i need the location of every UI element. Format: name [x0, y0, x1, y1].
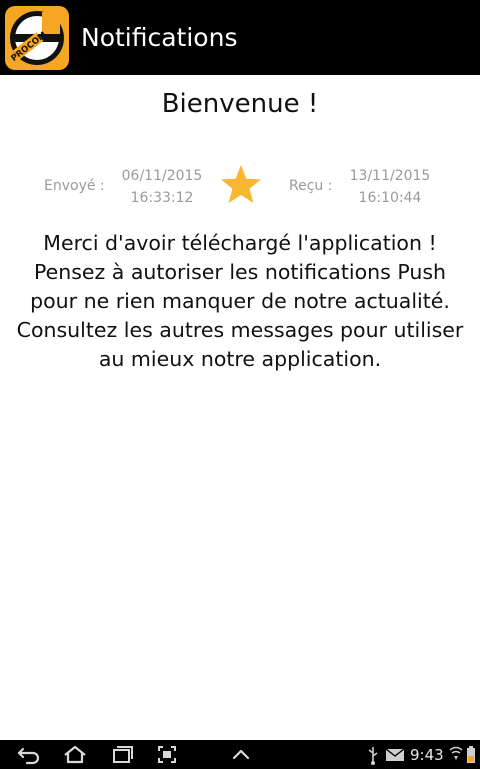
procom-logo[interactable]: PROCOM — [5, 6, 69, 70]
sent-label: Envoyé : — [44, 178, 105, 194]
home-icon[interactable] — [60, 740, 90, 769]
email-icon — [385, 748, 405, 761]
message-body-line: au mieux notre application. — [98, 347, 382, 371]
message-body: Merci d'avoir téléchargé l'application !… — [0, 229, 480, 374]
status-time: 9:43 — [410, 746, 444, 764]
back-icon[interactable] — [14, 740, 44, 769]
message-title: Bienvenue ! — [161, 89, 319, 119]
message-body-line: Pensez à autoriser les notifications Pus… — [33, 260, 447, 284]
recent-apps-icon[interactable] — [106, 740, 136, 769]
received-label: Reçu : — [289, 178, 333, 194]
wifi-icon — [449, 746, 463, 760]
page-title: Notifications — [81, 23, 238, 52]
sent-date: 06/11/2015 — [121, 168, 203, 184]
action-bar: PROCOM Notifications — [0, 0, 480, 75]
message-body-line: Consultez les autres messages pour utili… — [16, 318, 464, 342]
sent-time: 16:33:12 — [130, 190, 194, 206]
chevron-up-icon[interactable] — [226, 740, 256, 769]
message-body-line: Merci d'avoir téléchargé l'application ! — [43, 231, 437, 255]
screenshot-icon[interactable] — [152, 740, 182, 769]
usb-icon — [368, 747, 378, 765]
battery-icon — [467, 746, 475, 763]
system-bar: 9:43 — [0, 740, 480, 769]
favorite-star-icon[interactable] — [219, 162, 263, 206]
message-body-line: pour ne rien manquer de notre actualité. — [30, 289, 450, 313]
received-date: 13/11/2015 — [349, 168, 431, 184]
received-time: 16:10:44 — [358, 190, 422, 206]
